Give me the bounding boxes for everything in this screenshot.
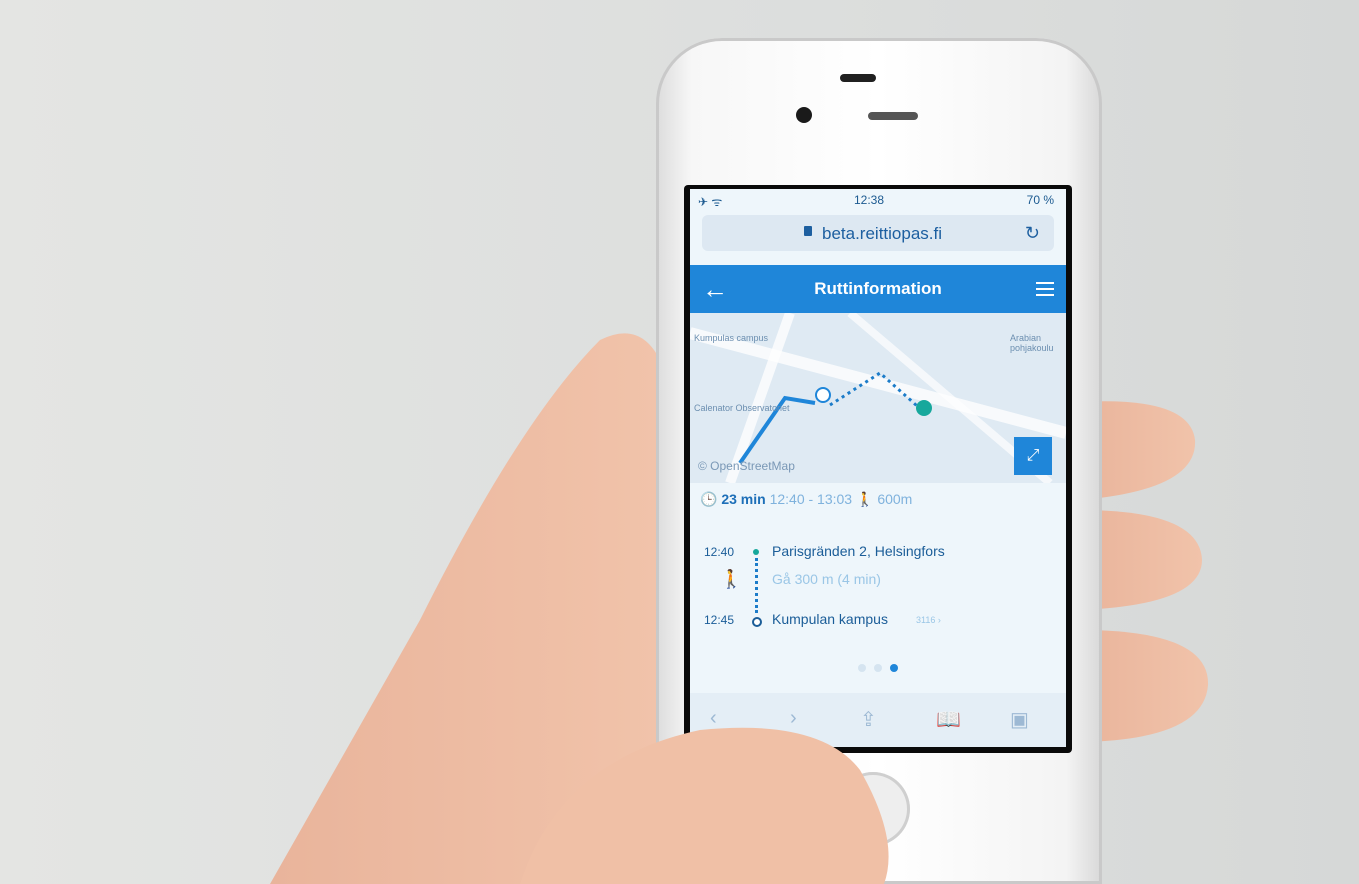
thumb-illustration: [520, 727, 889, 884]
photo-scene: ✈ ᯤ 12:38 70 % beta.reittiopas.fi ↻ ← Ru…: [0, 0, 1359, 884]
